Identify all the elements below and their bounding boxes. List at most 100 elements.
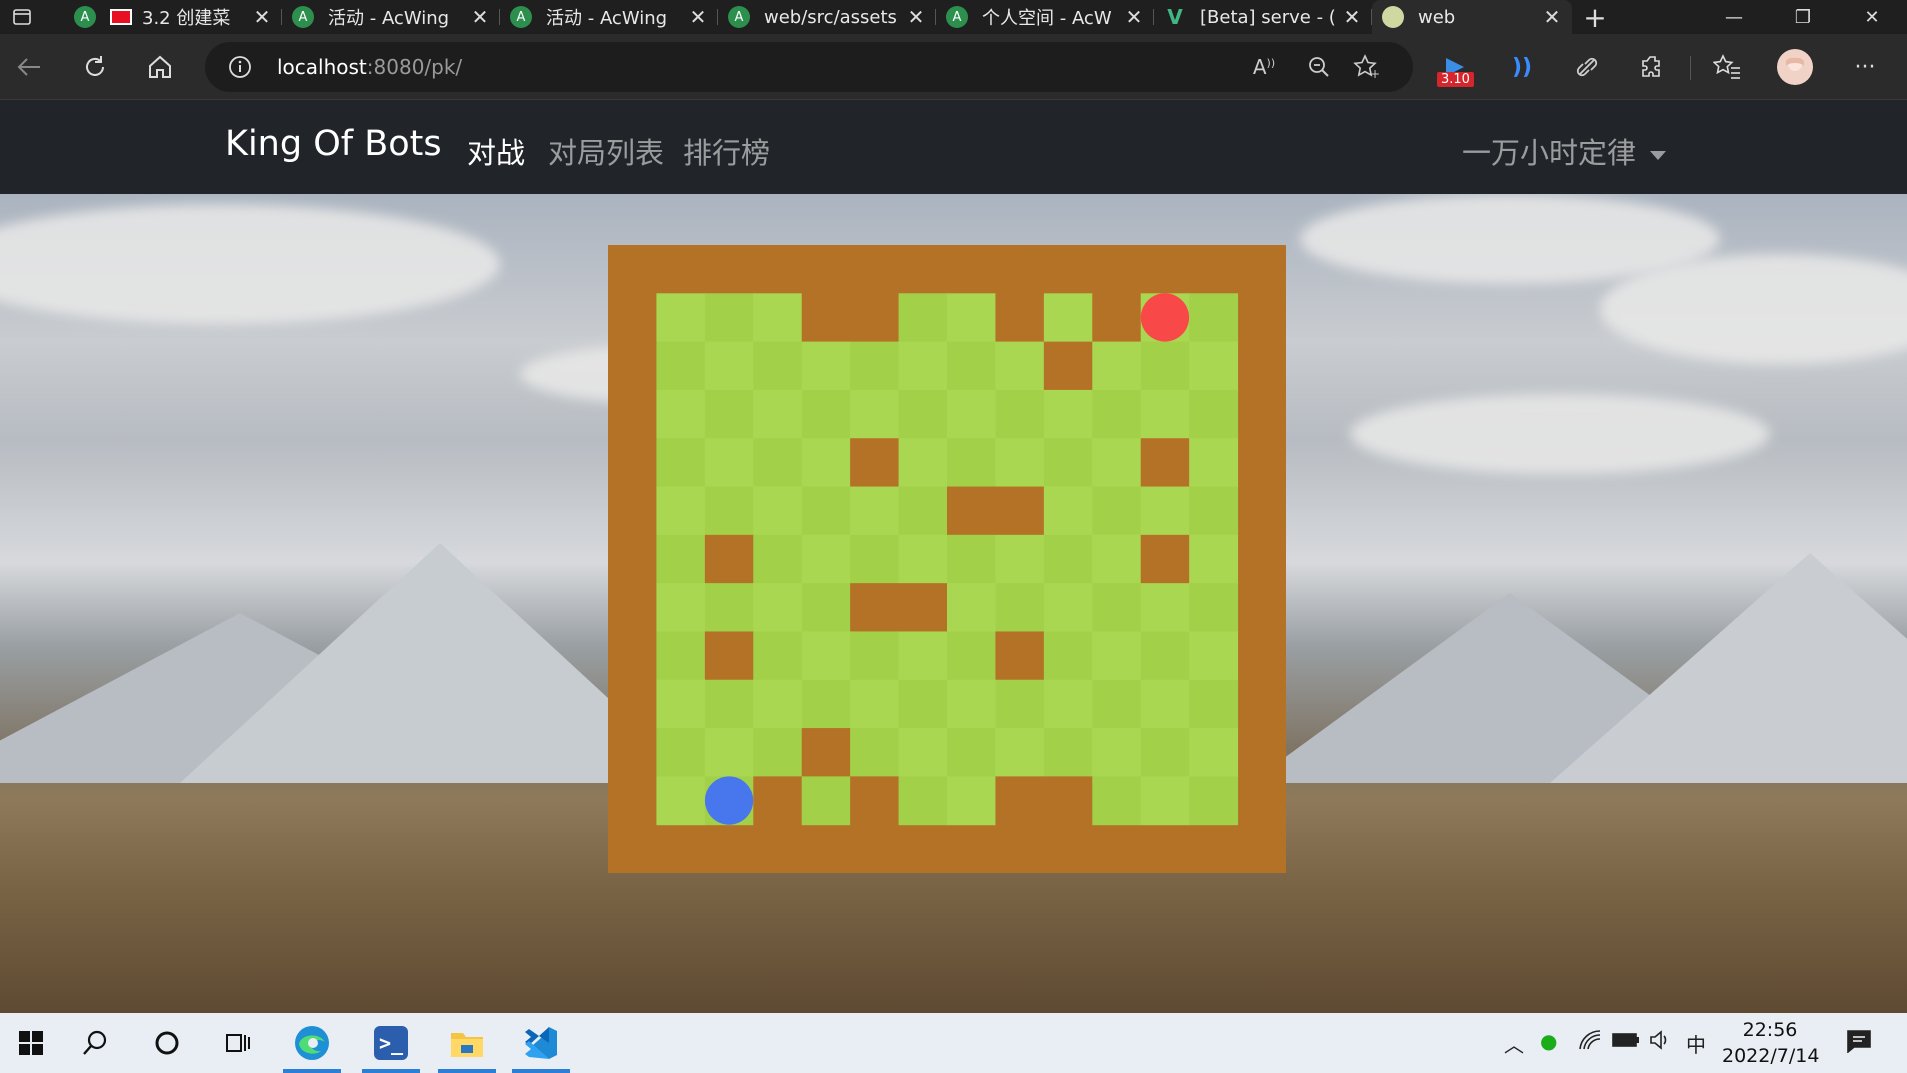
browser-tab[interactable]: A 活动 - AcWing ✕ xyxy=(500,0,718,34)
close-tab-icon[interactable]: ✕ xyxy=(252,5,272,29)
more-menu-icon[interactable]: ··· xyxy=(1848,50,1882,84)
user-dropdown[interactable]: 一万小时定律 xyxy=(1462,130,1667,172)
wall-cell xyxy=(1140,438,1190,488)
browser-tab[interactable]: Aweb/src/assets ✕ xyxy=(718,0,936,34)
extensions-icon[interactable] xyxy=(1636,50,1670,84)
browser-tab[interactable]: V [Beta] serve - (✕ xyxy=(1154,0,1372,34)
grass-cell xyxy=(1140,776,1190,826)
wechat-icon[interactable]: ● xyxy=(1540,1029,1557,1053)
system-clock[interactable]: 22:56 2022/7/14 xyxy=(1722,1017,1820,1069)
profile-avatar[interactable] xyxy=(1777,49,1813,85)
browser-tab[interactable]: A 活动 - AcWing ✕ xyxy=(282,0,500,34)
browser-tab[interactable]: A 3.2 创建菜 ✕ xyxy=(64,0,282,34)
minimize-button[interactable]: — xyxy=(1700,0,1768,34)
close-tab-icon[interactable]: ✕ xyxy=(688,5,708,29)
close-tab-icon[interactable]: ✕ xyxy=(1124,5,1144,29)
zoom-icon[interactable] xyxy=(1302,50,1336,84)
task-view-icon[interactable] xyxy=(207,1019,269,1067)
grass-cell xyxy=(656,293,706,343)
close-tab-icon[interactable]: ✕ xyxy=(1342,5,1362,29)
grass-cell xyxy=(1189,728,1239,777)
wall-cell xyxy=(947,486,996,536)
grass-cell xyxy=(1043,486,1093,536)
input-method-indicator[interactable]: 中 xyxy=(1686,1029,1706,1058)
read-aloud-icon[interactable]: A)) xyxy=(1247,50,1281,84)
nav-link-pk[interactable]: 对战 xyxy=(467,130,525,172)
restore-button[interactable]: ❐ xyxy=(1769,0,1837,34)
grass-cell xyxy=(801,389,851,439)
file-explorer-icon[interactable] xyxy=(436,1019,498,1073)
grass-cell xyxy=(656,583,706,632)
grass-cell xyxy=(656,534,706,584)
windows-start-icon[interactable] xyxy=(0,1019,62,1067)
grass-cell xyxy=(801,438,851,488)
address-bar[interactable]: localhost:8080/pk/ A)) + xyxy=(205,42,1413,92)
grass-cell xyxy=(1189,438,1239,488)
browser-tab-label: 个人空间 - AcW xyxy=(982,8,1112,29)
tab-actions-icon[interactable] xyxy=(0,0,44,34)
nav-link-record[interactable]: 对局列表 xyxy=(548,130,664,172)
grass-cell xyxy=(947,776,996,826)
browser-toolbar: localhost:8080/pk/ A)) + 3.10 )) ··· xyxy=(0,34,1907,100)
nav-link-ranklist[interactable]: 排行榜 xyxy=(683,130,770,172)
cortana-icon[interactable] xyxy=(136,1019,198,1067)
tray-overflow-icon[interactable]: ︿ xyxy=(1504,1029,1524,1058)
grass-cell xyxy=(898,534,948,584)
grass-cell xyxy=(753,341,803,391)
grass-cell xyxy=(850,341,900,391)
wall-cell xyxy=(801,293,851,343)
grass-cell xyxy=(1092,389,1142,439)
grass-cell xyxy=(704,583,754,632)
red-snake xyxy=(1140,293,1190,342)
home-icon[interactable] xyxy=(143,50,177,84)
wall-cell xyxy=(850,438,900,488)
grass-cell xyxy=(850,534,900,584)
app-navbar: King Of Bots 对战 对局列表 排行榜 一万小时定律 xyxy=(0,100,1907,194)
edge-icon[interactable] xyxy=(281,1019,343,1073)
wall-cell xyxy=(995,486,1045,536)
brand-logo-text[interactable]: King Of Bots xyxy=(225,124,442,164)
grass-cell xyxy=(801,631,851,681)
grass-cell xyxy=(898,728,948,777)
search-icon[interactable] xyxy=(64,1019,126,1067)
close-window-button[interactable]: ✕ xyxy=(1838,0,1906,34)
grass-cell xyxy=(898,631,948,681)
grass-cell xyxy=(995,534,1045,584)
new-tab-button[interactable]: + xyxy=(1572,1,1618,34)
grass-cell xyxy=(1189,583,1239,632)
volume-icon[interactable] xyxy=(1648,1029,1672,1056)
powershell-icon[interactable]: >_ xyxy=(360,1019,422,1073)
vue-icon: V xyxy=(1167,5,1183,29)
grass-cell xyxy=(1092,728,1142,777)
network-icon[interactable] xyxy=(1578,1029,1602,1056)
site-info-icon[interactable] xyxy=(223,50,257,84)
extension-audio-icon[interactable]: )) xyxy=(1505,50,1539,84)
grass-cell xyxy=(1140,341,1190,391)
extension-link-icon[interactable] xyxy=(1570,50,1604,84)
acwing-icon: A xyxy=(74,6,96,28)
vscode-icon[interactable] xyxy=(510,1019,572,1073)
close-tab-icon[interactable]: ✕ xyxy=(906,5,926,29)
close-tab-icon[interactable]: ✕ xyxy=(470,5,490,29)
wall-cell xyxy=(898,583,948,632)
browser-tab[interactable]: A 个人空间 - AcW ✕ xyxy=(936,0,1154,34)
grass-cell xyxy=(995,341,1045,391)
wall-cell xyxy=(704,631,754,681)
notification-icon[interactable] xyxy=(1846,1029,1872,1058)
grass-cell xyxy=(898,293,948,343)
back-icon[interactable] xyxy=(12,50,46,84)
grass-cell xyxy=(1043,583,1093,632)
favorites-icon[interactable] xyxy=(1710,50,1744,84)
refresh-icon[interactable] xyxy=(78,50,112,84)
browser-tab[interactable]: web ✕ xyxy=(1372,0,1572,34)
grass-cell xyxy=(704,438,754,488)
add-favorite-icon[interactable]: + xyxy=(1349,50,1383,84)
battery-icon[interactable] xyxy=(1612,1029,1640,1053)
grass-cell xyxy=(656,389,706,439)
url-text: localhost:8080/pk/ xyxy=(277,55,463,79)
clock-date: 2022/7/14 xyxy=(1722,1045,1820,1067)
close-tab-icon[interactable]: ✕ xyxy=(1542,5,1562,29)
grass-cell xyxy=(801,776,851,826)
grass-cell xyxy=(656,486,706,536)
grass-cell xyxy=(656,679,706,729)
